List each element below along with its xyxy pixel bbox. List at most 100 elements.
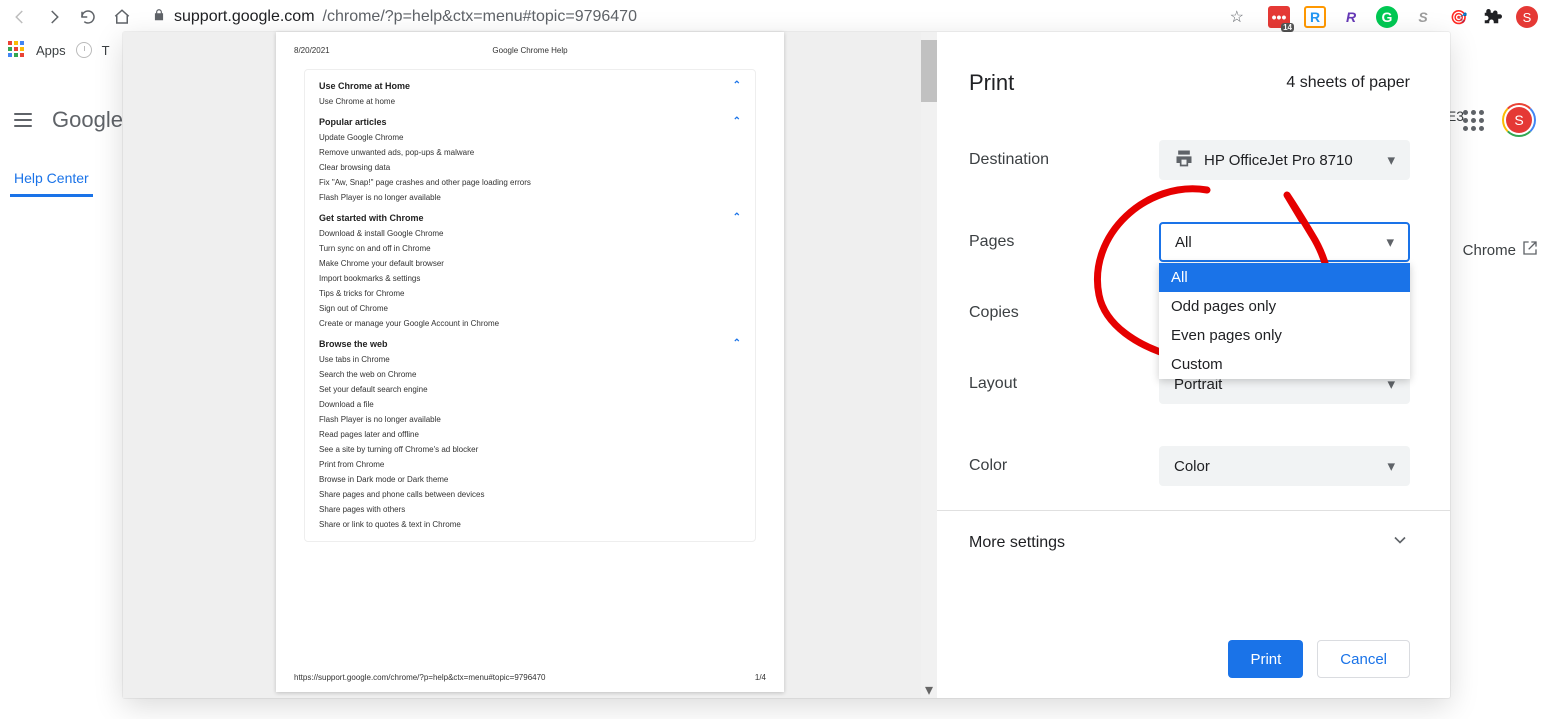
preview-section-header: Popular articles⌃ bbox=[319, 116, 741, 127]
chevron-down-icon bbox=[1390, 530, 1410, 555]
cancel-button[interactable]: Cancel bbox=[1317, 640, 1410, 678]
extensions-menu-icon[interactable] bbox=[1484, 6, 1502, 29]
preview-footer-url: https://support.google.com/chrome/?p=hel… bbox=[294, 673, 546, 682]
account-avatar[interactable]: S bbox=[1502, 103, 1536, 137]
chevron-down-icon: ▾ bbox=[1386, 233, 1394, 251]
bookmark-t[interactable]: T bbox=[102, 43, 110, 58]
preview-footer-pagenum: 1/4 bbox=[755, 673, 766, 682]
preview-item: Turn sync on and off in Chrome bbox=[319, 244, 741, 253]
home-button[interactable] bbox=[108, 3, 136, 31]
chevron-up-icon: ⌃ bbox=[733, 212, 741, 223]
preview-item: Share pages with others bbox=[319, 505, 741, 514]
external-link-icon bbox=[1522, 240, 1538, 260]
pages-option-odd[interactable]: Odd pages only bbox=[1159, 292, 1410, 321]
pages-dropdown: All Odd pages only Even pages only Custo… bbox=[1159, 263, 1410, 379]
reload-button[interactable] bbox=[74, 3, 102, 31]
apps-icon[interactable] bbox=[8, 41, 26, 59]
address-bar[interactable]: support.google.com/chrome/?p=help&ctx=me… bbox=[142, 2, 1254, 32]
extension-s-icon[interactable]: S bbox=[1412, 6, 1434, 28]
chevron-up-icon: ⌃ bbox=[733, 116, 741, 127]
more-settings-toggle[interactable]: More settings bbox=[969, 526, 1410, 559]
preview-item: Print from Chrome bbox=[319, 460, 741, 469]
extension-teams-icon[interactable]: 🎯 bbox=[1448, 6, 1470, 28]
chevron-down-icon: ▾ bbox=[1387, 457, 1395, 475]
browser-toolbar: support.google.com/chrome/?p=help&ctx=me… bbox=[0, 0, 1550, 34]
extension-lastpass-icon[interactable]: •••14 bbox=[1268, 6, 1290, 28]
preview-section-header: Get started with Chrome⌃ bbox=[319, 212, 741, 223]
pages-option-all[interactable]: All bbox=[1159, 263, 1410, 292]
get-chrome-label: Chrome bbox=[1463, 242, 1516, 259]
clock-icon[interactable] bbox=[76, 42, 92, 58]
print-dialog: 8/20/2021 Google Chrome Help Use Chrome … bbox=[123, 32, 1450, 698]
preview-title: Google Chrome Help bbox=[276, 46, 784, 55]
preview-item: Share pages and phone calls between devi… bbox=[319, 490, 741, 499]
preview-item: Update Google Chrome bbox=[319, 133, 741, 142]
preview-item: Set your default search engine bbox=[319, 385, 741, 394]
preview-scrollbar[interactable]: ▾ bbox=[921, 32, 937, 698]
sheet-count: 4 sheets of paper bbox=[1286, 74, 1410, 92]
preview-item: Remove unwanted ads, pop-ups & malware bbox=[319, 148, 741, 157]
extension-r1-icon[interactable]: R bbox=[1304, 6, 1326, 28]
preview-item: Flash Player is no longer available bbox=[319, 415, 741, 424]
preview-item: Create or manage your Google Account in … bbox=[319, 319, 741, 328]
color-value: Color bbox=[1174, 458, 1210, 475]
forward-button[interactable] bbox=[40, 3, 68, 31]
preview-item: Use Chrome at home bbox=[319, 97, 741, 106]
account-avatar-letter: S bbox=[1506, 107, 1532, 133]
bookmark-star-icon[interactable]: ☆ bbox=[1230, 7, 1244, 27]
panel-title: Print bbox=[969, 70, 1014, 96]
preview-item: Clear browsing data bbox=[319, 163, 741, 172]
preview-item: Import bookmarks & settings bbox=[319, 274, 741, 283]
preview-page: 8/20/2021 Google Chrome Help Use Chrome … bbox=[276, 32, 784, 692]
preview-item: Use tabs in Chrome bbox=[319, 355, 741, 364]
preview-item: Download & install Google Chrome bbox=[319, 229, 741, 238]
preview-item: Browse in Dark mode or Dark theme bbox=[319, 475, 741, 484]
google-apps-icon[interactable] bbox=[1463, 110, 1484, 131]
bookmark-apps[interactable]: Apps bbox=[36, 43, 66, 58]
more-settings-label: More settings bbox=[969, 534, 1065, 552]
menu-icon[interactable] bbox=[14, 113, 32, 127]
preview-item: Make Chrome your default browser bbox=[319, 259, 741, 268]
preview-section-header: Use Chrome at Home⌃ bbox=[319, 80, 741, 91]
pages-select[interactable]: All ▾ bbox=[1159, 222, 1410, 262]
tab-help-center[interactable]: Help Center bbox=[10, 162, 93, 197]
scroll-down-icon[interactable]: ▾ bbox=[921, 682, 937, 698]
color-select[interactable]: Color ▾ bbox=[1159, 446, 1410, 486]
pages-value: All bbox=[1175, 234, 1192, 251]
layout-label: Layout bbox=[969, 375, 1159, 393]
preview-item: Flash Player is no longer available bbox=[319, 193, 741, 202]
lock-icon bbox=[152, 8, 166, 27]
extension-grammarly-icon[interactable]: G bbox=[1376, 6, 1398, 28]
back-button[interactable] bbox=[6, 3, 34, 31]
color-label: Color bbox=[969, 457, 1159, 475]
get-chrome-link[interactable]: Chrome bbox=[1463, 240, 1538, 260]
preview-item: See a site by turning off Chrome's ad bl… bbox=[319, 445, 741, 454]
url-path: /chrome/?p=help&ctx=menu#topic=9796470 bbox=[323, 8, 637, 26]
profile-avatar[interactable]: S bbox=[1516, 6, 1538, 28]
pages-label: Pages bbox=[969, 233, 1159, 251]
printer-icon bbox=[1174, 148, 1194, 172]
print-preview-area: 8/20/2021 Google Chrome Help Use Chrome … bbox=[123, 32, 937, 698]
print-options-panel: Print 4 sheets of paper Destination HP O… bbox=[937, 32, 1450, 698]
preview-item: Share or link to quotes & text in Chrome bbox=[319, 520, 741, 529]
pages-option-even[interactable]: Even pages only bbox=[1159, 321, 1410, 350]
copies-label: Copies bbox=[969, 304, 1159, 322]
extension-badge: 14 bbox=[1281, 23, 1294, 32]
destination-select[interactable]: HP OfficeJet Pro 8710 ▾ bbox=[1159, 140, 1410, 180]
scroll-thumb[interactable] bbox=[921, 40, 937, 102]
preview-item: Sign out of Chrome bbox=[319, 304, 741, 313]
print-button[interactable]: Print bbox=[1228, 640, 1303, 678]
preview-item: Tips & tricks for Chrome bbox=[319, 289, 741, 298]
extension-r2-icon[interactable]: R bbox=[1340, 6, 1362, 28]
preview-item: Search the web on Chrome bbox=[319, 370, 741, 379]
pages-option-custom[interactable]: Custom bbox=[1159, 350, 1410, 379]
brand-logo: Google bbox=[52, 107, 123, 133]
extensions-row: •••14 R R G S 🎯 S bbox=[1268, 6, 1538, 29]
panel-divider bbox=[937, 510, 1450, 511]
chevron-up-icon: ⌃ bbox=[733, 338, 741, 349]
preview-item: Read pages later and offline bbox=[319, 430, 741, 439]
preview-section-header: Browse the web⌃ bbox=[319, 338, 741, 349]
url-host: support.google.com bbox=[174, 8, 315, 26]
destination-label: Destination bbox=[969, 151, 1159, 169]
chevron-up-icon: ⌃ bbox=[733, 80, 741, 91]
